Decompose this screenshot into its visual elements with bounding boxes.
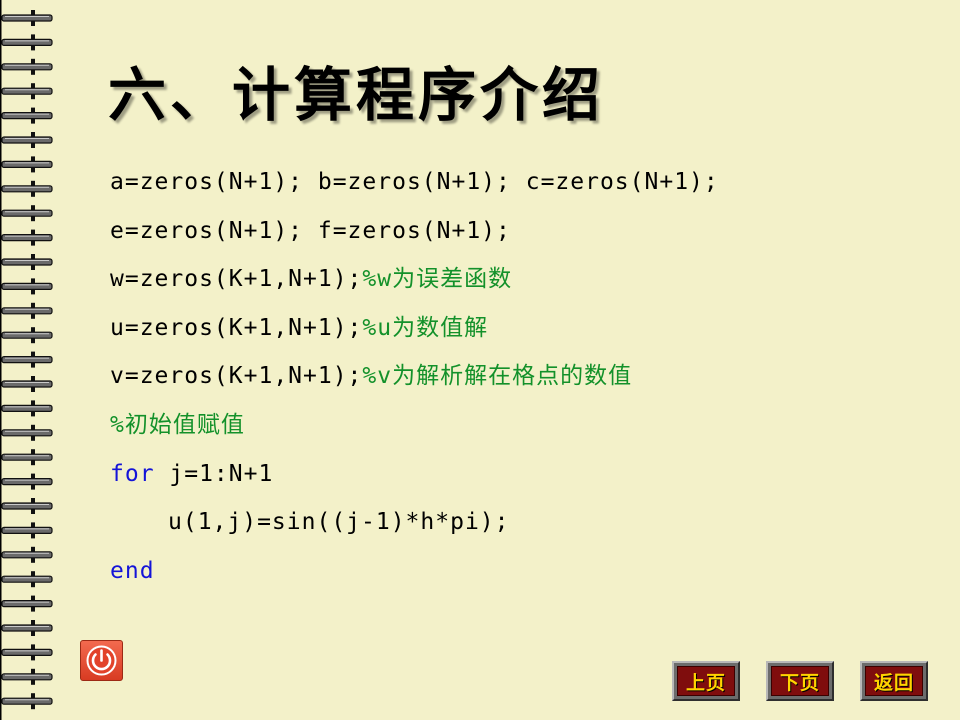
binding-ring — [1, 620, 53, 636]
binding-ring — [1, 278, 53, 295]
binding-ring — [1, 156, 53, 173]
binding-ring — [1, 522, 53, 539]
code-text: v=zeros(K+1,N+1); — [110, 363, 363, 390]
binding-ring — [1, 595, 53, 612]
binding-ring — [1, 546, 53, 563]
prev-page-button[interactable]: 上页 — [672, 661, 740, 701]
binding-ring — [1, 180, 53, 197]
code-text: w=zeros(K+1,N+1); — [110, 266, 363, 293]
code-block: a=zeros(N+1); b=zeros(N+1); c=zeros(N+1)… — [110, 164, 719, 601]
binding-ring — [1, 376, 53, 392]
code-line: end — [110, 553, 719, 602]
back-button[interactable]: 返回 — [860, 661, 928, 701]
code-line: a=zeros(N+1); b=zeros(N+1); c=zeros(N+1)… — [110, 164, 719, 213]
code-line: %初始值赋值 — [110, 407, 719, 456]
binding-ring — [1, 449, 53, 466]
code-comment: %初始值赋值 — [110, 411, 245, 438]
binding-ring — [1, 229, 53, 246]
binding-ring — [1, 10, 53, 26]
binding-ring — [1, 644, 53, 661]
code-text: u(1,j)=sin((j-1)*h*pi); — [168, 509, 510, 536]
binding-ring — [1, 693, 53, 710]
binding-ring — [1, 498, 53, 514]
code-line: w=zeros(K+1,N+1);%w为误差函数 — [110, 261, 719, 310]
code-text: u=zeros(K+1,N+1); — [110, 314, 363, 341]
binding-ring — [1, 83, 53, 100]
spiral-binding — [0, 0, 53, 720]
binding-ring — [1, 107, 53, 124]
code-line: u=zeros(K+1,N+1);%u为数值解 — [110, 310, 719, 359]
binding-ring — [1, 327, 53, 344]
code-keyword: end — [110, 557, 155, 584]
binding-ring — [1, 400, 53, 417]
exit-button[interactable] — [80, 640, 123, 681]
binding-ring — [1, 424, 53, 441]
binding-ring — [1, 254, 53, 270]
back-label: 返回 — [865, 666, 923, 696]
code-line: for j=1:N+1 — [110, 456, 719, 505]
binding-ring — [1, 302, 53, 319]
binding-ring — [1, 205, 53, 222]
binding-ring — [1, 473, 53, 490]
binding-ring — [1, 58, 53, 75]
next-page-button[interactable]: 下页 — [766, 661, 834, 701]
code-line: u(1,j)=sin((j-1)*h*pi); — [110, 504, 719, 553]
binding-ring — [1, 34, 53, 51]
code-text: e=zeros(N+1); f=zeros(N+1); — [110, 217, 511, 244]
code-line: e=zeros(N+1); f=zeros(N+1); — [110, 213, 719, 262]
binding-ring — [1, 668, 53, 685]
slide-title: 六、计算程序介绍 — [108, 61, 605, 129]
code-comment: %v为解析解在格点的数值 — [362, 363, 633, 390]
binding-ring — [1, 132, 53, 148]
code-text: a=zeros(N+1); b=zeros(N+1); c=zeros(N+1)… — [110, 169, 719, 195]
binding-ring — [1, 351, 53, 368]
code-text: j=1:N+1 — [154, 460, 274, 487]
next-page-label: 下页 — [771, 666, 829, 696]
prev-page-label: 上页 — [677, 666, 735, 696]
code-comment: %u为数值解 — [362, 314, 489, 341]
code-line: v=zeros(K+1,N+1);%v为解析解在格点的数值 — [110, 358, 719, 407]
code-comment: %w为误差函数 — [362, 266, 513, 293]
code-keyword: for — [110, 460, 155, 487]
binding-ring — [1, 571, 53, 588]
power-icon — [86, 645, 117, 676]
